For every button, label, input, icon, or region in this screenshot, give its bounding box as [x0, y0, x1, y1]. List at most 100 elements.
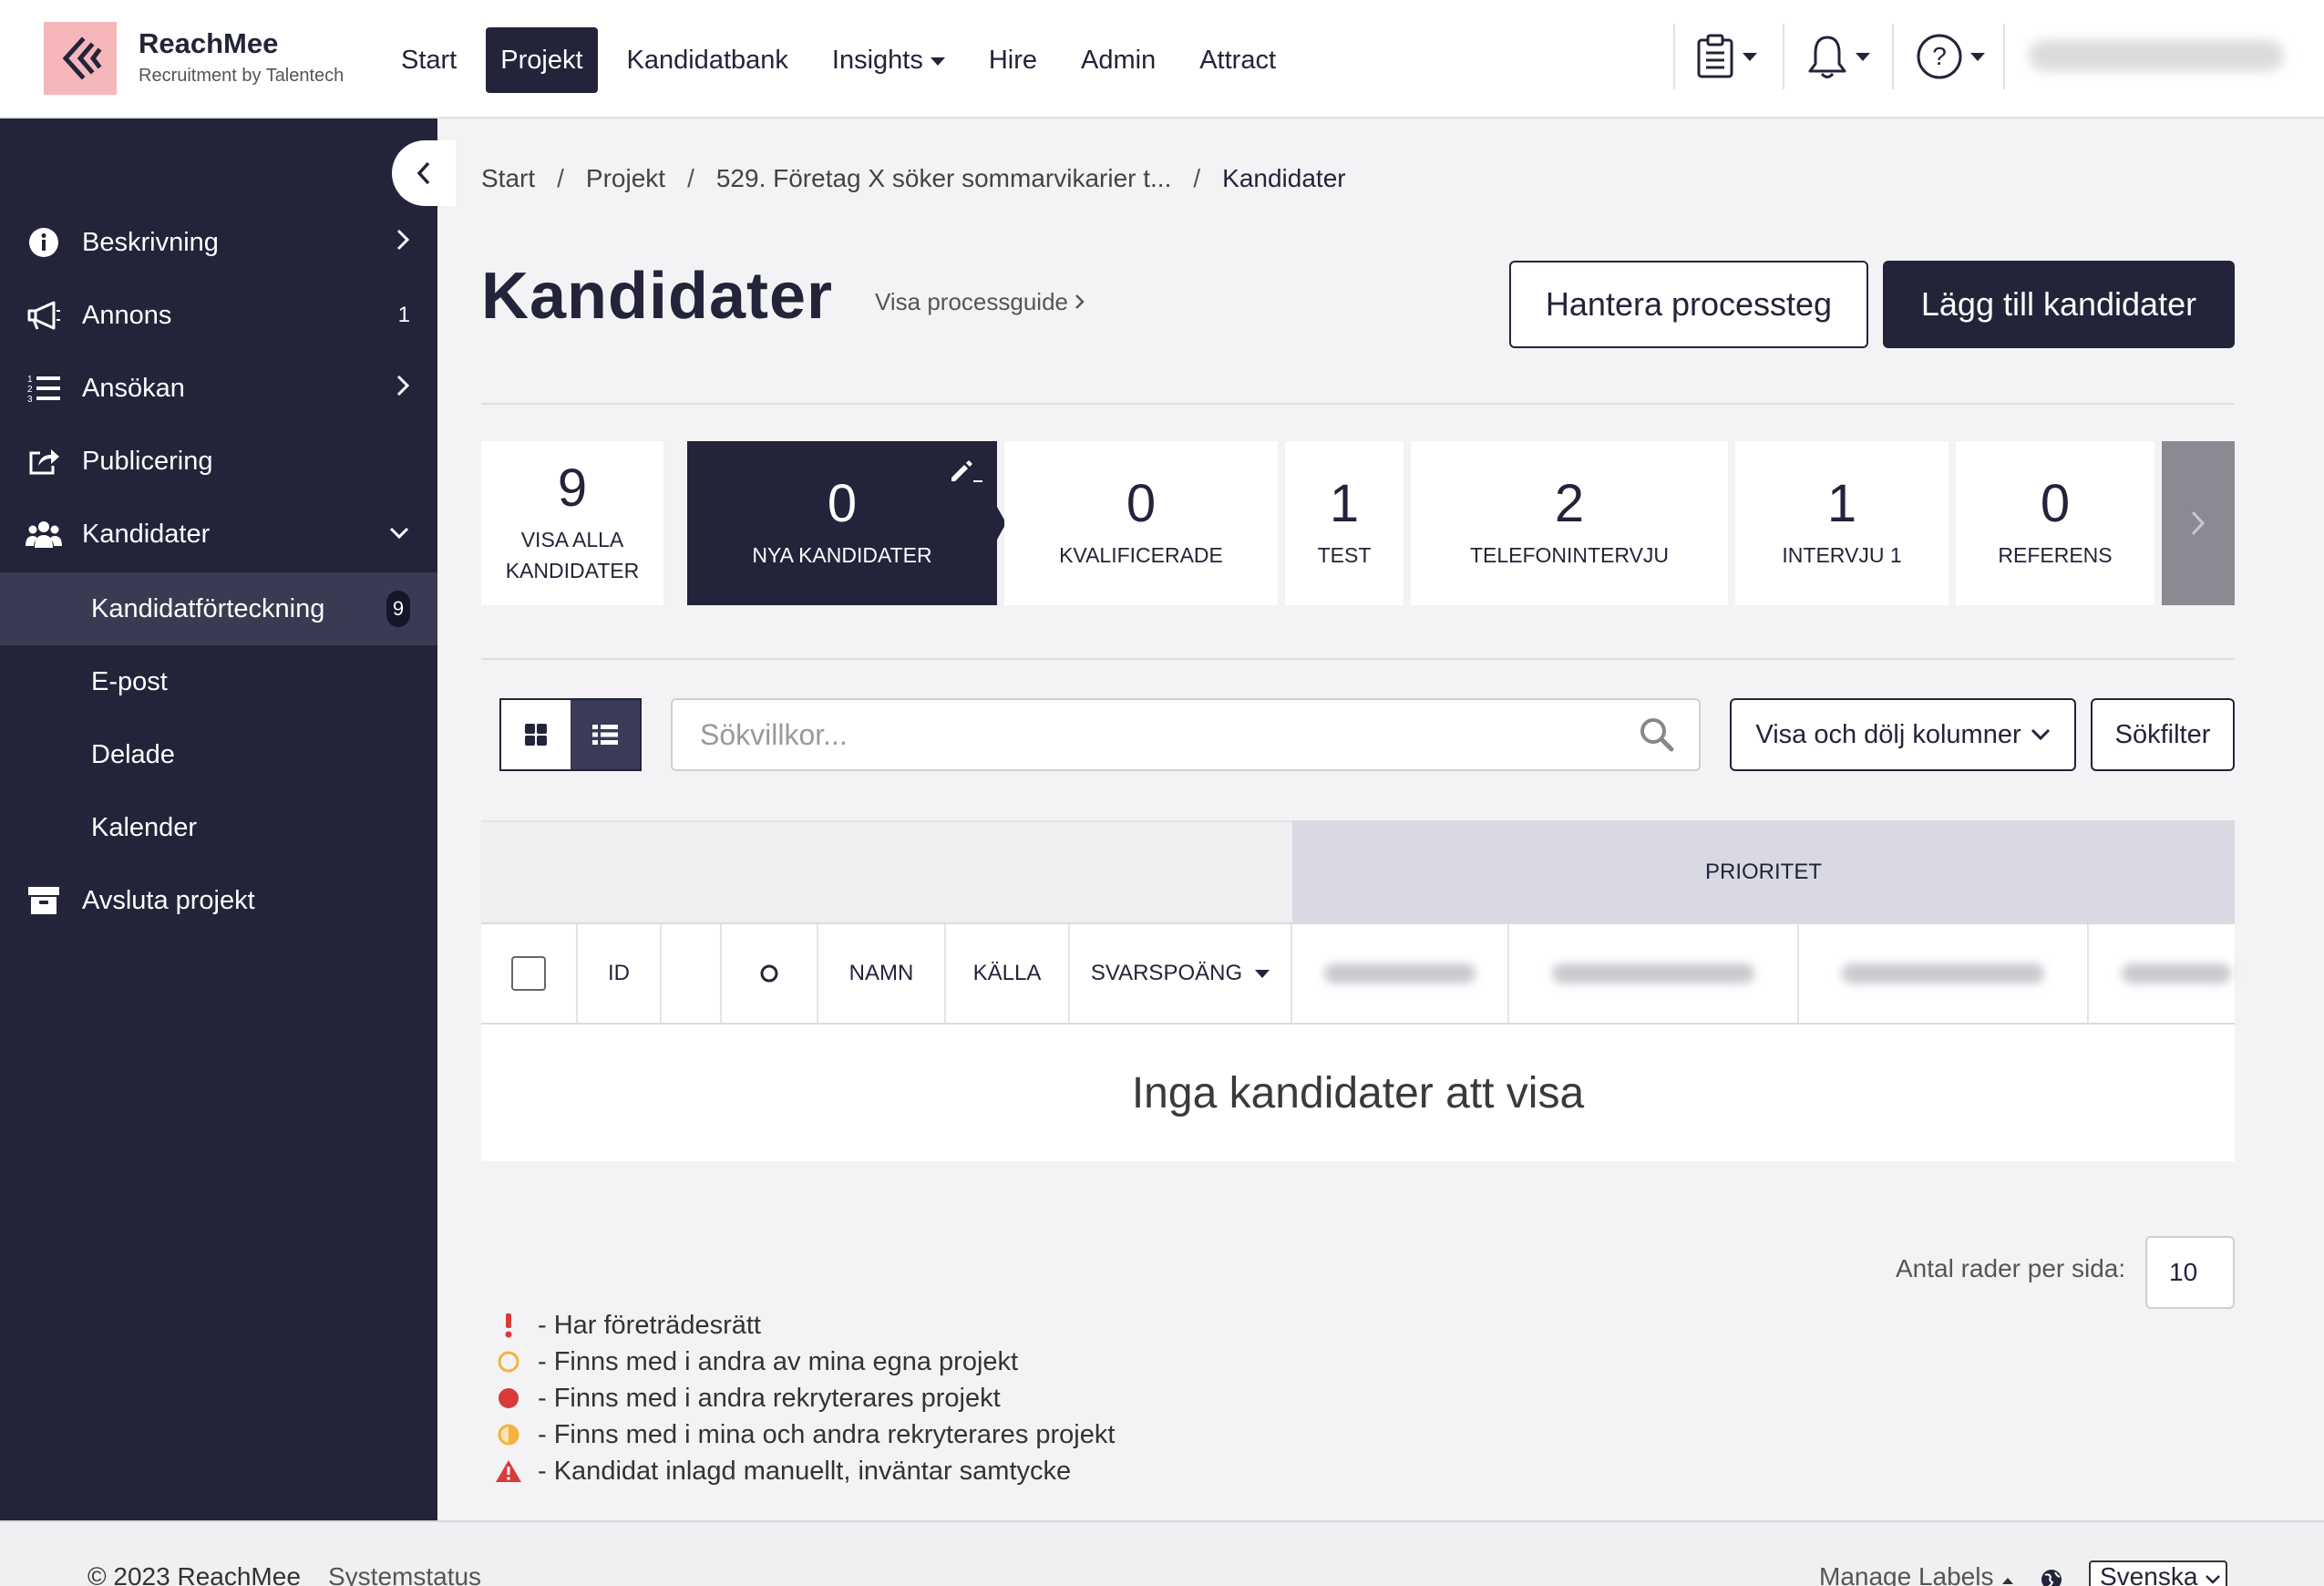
- notifications-menu[interactable]: [1806, 24, 1870, 89]
- stage-referens[interactable]: 0 REFERENS: [1956, 441, 2154, 605]
- page-title: Kandidater: [481, 260, 834, 333]
- manage-labels-link[interactable]: Manage Labels: [1819, 1562, 2015, 1586]
- language-select[interactable]: Svenska: [2089, 1560, 2227, 1586]
- column-header-svarspoang-label: SVARSPOÄNG: [1090, 961, 1243, 985]
- sidebar-item-label: Ansökan: [82, 373, 185, 403]
- user-menu[interactable]: [2029, 40, 2284, 71]
- system-status-link[interactable]: Systemstatus: [328, 1562, 481, 1586]
- column-header-blurred[interactable]: [2089, 924, 2235, 1023]
- nav-hire[interactable]: Hire: [974, 27, 1052, 93]
- stage-nya-kandidater[interactable]: 0 NYA KANDIDATER: [687, 441, 997, 605]
- sidebar-item-annons[interactable]: Annons 1: [0, 279, 437, 352]
- clipboard-menu[interactable]: [1695, 24, 1757, 89]
- column-header-o[interactable]: [722, 924, 818, 1023]
- manage-labels-label: Manage Labels: [1819, 1562, 1994, 1586]
- help-menu[interactable]: ?: [1916, 24, 1985, 89]
- process-guide-link[interactable]: Visa processguide: [875, 288, 1085, 316]
- nav-start[interactable]: Start: [386, 27, 471, 93]
- sidebar-item-count: 1: [397, 303, 410, 327]
- nav-insights-label: Insights: [831, 46, 923, 75]
- sidebar-item-avsluta-projekt[interactable]: Avsluta projekt: [0, 864, 437, 937]
- column-header-id[interactable]: ID: [578, 924, 662, 1023]
- reachmee-logo[interactable]: [44, 22, 117, 95]
- warning-icon: [492, 1458, 525, 1484]
- column-header-flag[interactable]: [662, 924, 722, 1023]
- table-group-header-empty: [481, 820, 1292, 924]
- stage-test[interactable]: 1 TEST: [1285, 441, 1404, 605]
- grid-view-button[interactable]: [501, 700, 571, 769]
- breadcrumb-project-name[interactable]: 529. Företag X söker sommarvikarier t...: [716, 164, 1172, 193]
- edit-pencil-icon[interactable]: [948, 458, 984, 485]
- stage-kvalificerade[interactable]: 0 KVALIFICERADE: [1004, 441, 1278, 605]
- legend-text: - Har företrädesrätt: [538, 1310, 761, 1340]
- nav-projekt[interactable]: Projekt: [486, 27, 598, 93]
- caret-down-icon: [1856, 52, 1870, 61]
- svg-text:1: 1: [27, 375, 33, 385]
- stage-intervju-1[interactable]: 1 INTERVJU 1: [1735, 441, 1949, 605]
- search-input[interactable]: [673, 700, 1620, 769]
- legend: - Har företrädesrätt - Finns med i andra…: [492, 1307, 1115, 1489]
- copyright-text: © 2023 ReachMee: [87, 1562, 301, 1586]
- nav-attract[interactable]: Attract: [1185, 27, 1291, 93]
- sidebar-subitem-delade[interactable]: Delade: [0, 718, 437, 791]
- sidebar-subitem-kalender[interactable]: Kalender: [0, 791, 437, 864]
- show-hide-columns-button[interactable]: Visa och dölj kolumner: [1730, 698, 2076, 771]
- column-header-blurred[interactable]: [1509, 924, 1799, 1023]
- breadcrumb: Start / Projekt / 529. Företag X söker s…: [481, 164, 1368, 193]
- caret-up-icon: [2002, 1578, 2014, 1584]
- legend-item: - Finns med i andra rekryterares projekt: [492, 1380, 1115, 1416]
- breadcrumb-start[interactable]: Start: [481, 164, 535, 193]
- chevron-down-icon: [2206, 1575, 2221, 1584]
- clipboard-icon: [1697, 34, 1733, 78]
- stage-name: TELEFONINTERVJU: [1469, 543, 1670, 567]
- sidebar-item-beskrivning[interactable]: Beskrivning: [0, 206, 437, 279]
- divider: [2003, 24, 2005, 89]
- sidebar-subitem-epost[interactable]: E-post: [0, 645, 437, 718]
- manage-process-steps-button[interactable]: Hantera processteg: [1509, 261, 1868, 348]
- column-header-namn[interactable]: NAMN: [818, 924, 946, 1023]
- nav-admin[interactable]: Admin: [1066, 27, 1170, 93]
- chevron-right-icon: [396, 228, 410, 258]
- search-filter-button[interactable]: Sökfilter: [2091, 698, 2235, 771]
- sidebar-item-ansokan[interactable]: 123 Ansökan: [0, 352, 437, 425]
- select-all-checkbox[interactable]: [511, 956, 546, 991]
- sidebar-item-kandidater[interactable]: Kandidater: [0, 498, 437, 571]
- half-circle-icon: [492, 1423, 525, 1447]
- collapse-sidebar-button[interactable]: [392, 140, 456, 206]
- main-nav: Start Projekt Kandidatbank Insights Hire…: [386, 27, 1305, 93]
- column-header-svarspoang[interactable]: SVARSPOÄNG: [1070, 924, 1292, 1023]
- sidebar-item-label: Publicering: [82, 446, 213, 476]
- add-candidates-button[interactable]: Lägg till kandidater: [1883, 261, 2235, 348]
- empty-table-message: Inga kandidater att visa: [481, 1025, 2235, 1161]
- nav-kandidatbank[interactable]: Kandidatbank: [612, 27, 803, 93]
- column-header-blurred[interactable]: [1292, 924, 1509, 1023]
- legend-text: - Finns med i andra rekryterares projekt: [538, 1383, 1001, 1413]
- sort-desc-icon: [1255, 969, 1270, 978]
- stage-visa-alla[interactable]: 9 VISA ALLA KANDIDATER: [481, 441, 663, 605]
- rows-per-page-select[interactable]: 10: [2145, 1236, 2235, 1309]
- column-header-blurred[interactable]: [1799, 924, 2089, 1023]
- nav-insights[interactable]: Insights: [818, 27, 960, 93]
- brand-subtitle: Recruitment by Talentech: [139, 66, 344, 86]
- legend-item: - Har företrädesrätt: [492, 1307, 1115, 1344]
- process-guide-label: Visa processguide: [875, 288, 1068, 315]
- list-view-button[interactable]: [571, 700, 640, 769]
- stages-next-button[interactable]: [2162, 441, 2235, 605]
- divider: [1892, 24, 1894, 89]
- search-icon[interactable]: [1639, 716, 1675, 753]
- stage-telefonintervju[interactable]: 2 TELEFONINTERVJU: [1411, 441, 1728, 605]
- sidebar-subitem-label: Delade: [91, 739, 175, 769]
- ring-icon: [492, 1350, 525, 1374]
- sidebar-item-publicering[interactable]: Publicering: [0, 425, 437, 498]
- dot-red-icon: [492, 1386, 525, 1410]
- stage-count: 9: [557, 458, 588, 518]
- sidebar-subitem-label: Kalender: [91, 812, 198, 842]
- svg-text:3: 3: [27, 395, 33, 404]
- breadcrumb-separator: /: [1193, 164, 1201, 192]
- legend-text: - Finns med i andra av mina egna projekt: [538, 1346, 1019, 1376]
- sidebar-subitem-kandidatforteckning[interactable]: Kandidatförteckning 9: [0, 572, 437, 645]
- globe-icon: [2041, 1570, 2062, 1586]
- footer: © 2023 ReachMee Systemstatus Manage Labe…: [0, 1520, 2324, 1586]
- breadcrumb-projekt[interactable]: Projekt: [586, 164, 665, 193]
- column-header-kalla[interactable]: KÄLLA: [946, 924, 1070, 1023]
